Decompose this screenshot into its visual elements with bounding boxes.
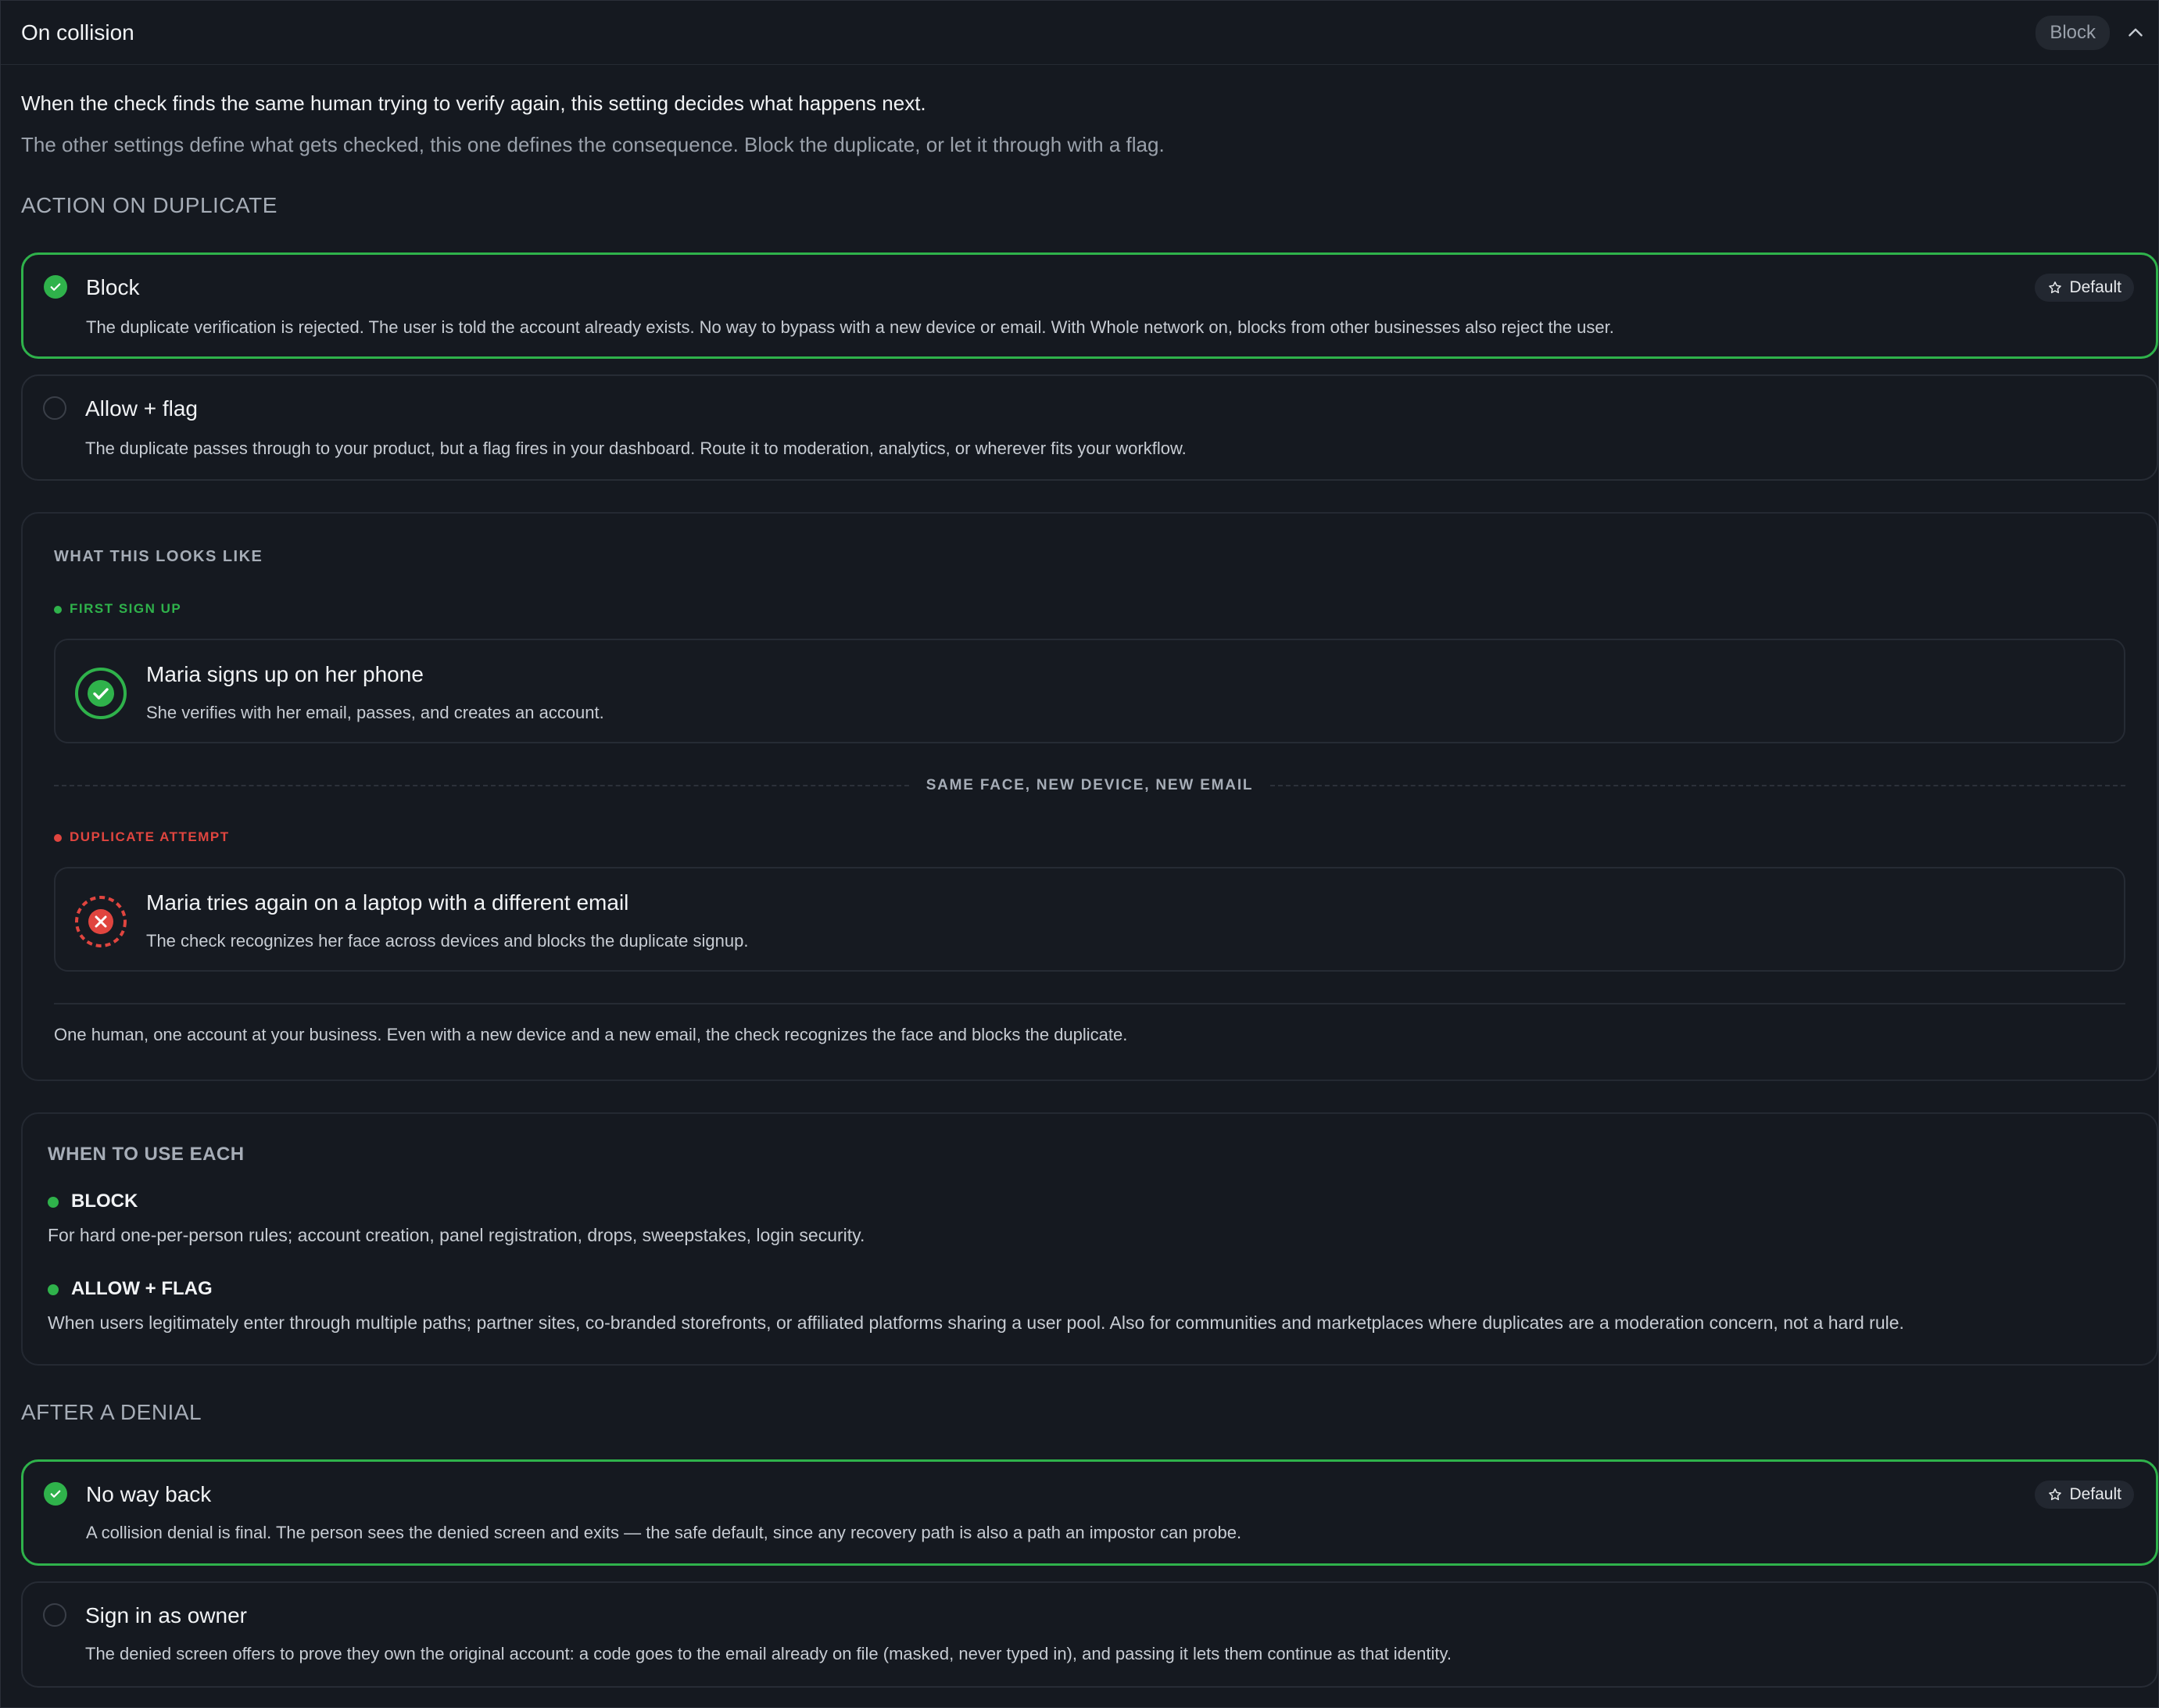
use-item-block: BLOCK For hard one-per-person rules; acc… [48,1191,865,1246]
star-icon [2049,281,2062,294]
status-dot [48,1196,59,1208]
example-card: WHAT THIS LOOKS LIKE FIRST SIGN UP Maria… [21,512,2158,1081]
use-item-allow-flag: ALLOW + FLAG When users legitimately ent… [48,1278,1904,1334]
default-badge: Default [2035,274,2134,302]
option-title: No way back [86,1482,212,1506]
example-summary: One human, one account at your business.… [54,1025,1128,1044]
duplicate-attempt-text: DUPLICATE ATTEMPT [70,829,230,844]
default-label: Default [2069,278,2121,296]
error-x-icon [74,895,127,948]
radio-empty-icon [43,1603,66,1627]
option-desc: A collision denial is final. The person … [86,1523,1242,1542]
panel-header[interactable]: On collision Block [1,1,2158,65]
example-label: WHAT THIS LOOKS LIKE [54,548,263,565]
first-signup-card: Maria signs up on her phone She verifies… [54,639,2125,743]
example-divider: SAME FACE, NEW DEVICE, NEW EMAIL [54,776,2125,795]
current-value-badge: Block [2035,15,2110,50]
check-icon [44,275,67,299]
option-allow-flag[interactable]: Allow + flag The duplicate passes throug… [21,374,2158,481]
intro-subline: The other settings define what gets chec… [21,133,1165,156]
option-no-way-back[interactable]: No way back A collision denial is final.… [21,1459,2158,1566]
option-sign-in-as-owner[interactable]: Sign in as owner The denied screen offer… [21,1581,2158,1688]
star-icon [2049,1488,2062,1501]
use-item-desc: For hard one-per-person rules; account c… [48,1225,865,1245]
check-icon [44,1482,67,1506]
first-signup-desc: She verifies with her email, passes, and… [146,703,604,722]
use-item-desc: When users legitimately enter through mu… [48,1312,1904,1333]
chevron-up-icon[interactable] [2124,21,2147,45]
status-dot [54,833,62,842]
default-label: Default [2069,1485,2121,1503]
on-collision-panel: On collision Block When the check finds … [0,0,2159,1708]
use-item-name: BLOCK [71,1191,138,1212]
option-desc: The denied screen offers to prove they o… [85,1644,1452,1663]
use-item-title: ALLOW + FLAG [48,1278,1904,1300]
use-item-name: ALLOW + FLAG [71,1278,213,1299]
panel-title: On collision [21,20,134,45]
use-item-title: BLOCK [48,1191,865,1212]
radio-empty-icon [43,396,66,420]
status-dot [54,605,62,614]
intro-line: When the check finds the same human tryi… [21,91,926,115]
option-title: Allow + flag [85,396,198,421]
option-title: Block [86,275,140,299]
default-badge: Default [2035,1481,2134,1509]
success-check-icon [74,667,127,720]
intro-text: When the check finds the same human tryi… [21,88,1165,157]
action-section-label: ACTION ON DUPLICATE [21,193,277,217]
divider-text: SAME FACE, NEW DEVICE, NEW EMAIL [926,777,1254,793]
option-desc: The duplicate passes through to your pro… [85,439,1187,458]
when-to-use-label: WHEN TO USE EACH [48,1144,245,1165]
option-title: Sign in as owner [85,1603,248,1627]
denial-section-label: AFTER A DENIAL [21,1400,202,1424]
duplicate-attempt-label: DUPLICATE ATTEMPT [54,829,230,845]
status-dot [48,1284,59,1295]
option-desc: The duplicate verification is rejected. … [86,317,1614,337]
first-signup-label: FIRST SIGN UP [54,601,181,617]
duplicate-attempt-desc: The check recognizes her face across dev… [146,931,749,951]
first-signup-text: FIRST SIGN UP [70,601,182,616]
duplicate-attempt-card: Maria tries again on a laptop with a dif… [54,867,2125,972]
option-block[interactable]: Block The duplicate verification is reje… [21,252,2158,359]
duplicate-attempt-title: Maria tries again on a laptop with a dif… [146,890,629,915]
example-separator [54,1003,2125,1004]
first-signup-title: Maria signs up on her phone [146,662,424,686]
when-to-use-card: WHEN TO USE EACH BLOCK For hard one-per-… [21,1112,2158,1366]
